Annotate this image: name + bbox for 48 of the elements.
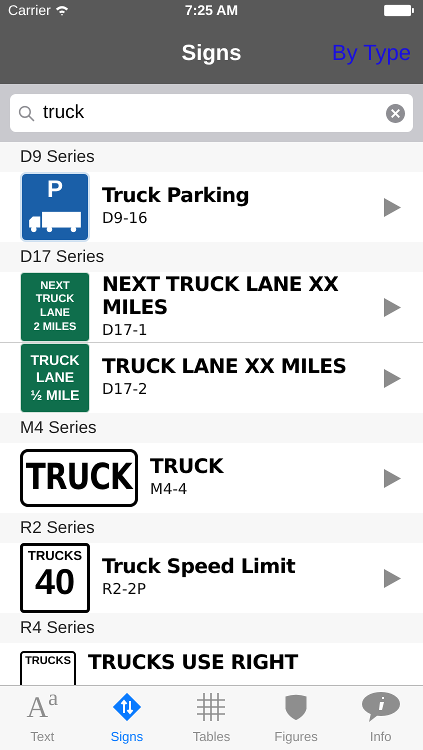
carrier-label: Carrier xyxy=(8,0,51,20)
sign-list-row[interactable]: NEXT TRUCK LANE 2 MILES NEXT TRUCK LANE XX MILES D17-1 xyxy=(0,272,423,342)
sign-title: TRUCK xyxy=(150,455,225,478)
sign-title: TRUCKS USE RIGHT xyxy=(88,651,300,674)
sign-text: NEXT xyxy=(40,280,70,294)
wifi-icon xyxy=(54,4,69,16)
sign-text: TRUCK xyxy=(30,352,80,370)
sign-code: D9-16 xyxy=(102,208,149,230)
sign-text: ½ MILE xyxy=(30,386,80,404)
section-header: M4 Series xyxy=(0,413,423,443)
search-input[interactable]: truck xyxy=(43,98,378,128)
search-field[interactable]: truck xyxy=(10,94,413,132)
section-header: D9 Series xyxy=(0,142,423,172)
section-header: D17 Series xyxy=(0,242,423,272)
font-icon: A$^{a}$ xyxy=(26,692,58,722)
battery-icon xyxy=(383,4,415,16)
sign-text: P xyxy=(46,178,63,202)
search-icon xyxy=(18,104,35,122)
sign-text: 2 MILES xyxy=(34,320,76,334)
info-bubble-icon xyxy=(360,690,401,722)
sign-text: LANE xyxy=(36,369,74,387)
disclosure-arrow-icon xyxy=(384,368,401,388)
sign-text: LANE xyxy=(40,307,70,321)
grid-icon xyxy=(195,690,228,722)
truck-icon xyxy=(26,210,84,234)
sign-title: Truck Parking xyxy=(102,184,250,208)
sign-code: D17-1 xyxy=(102,320,149,341)
sign-text: TRUCKS xyxy=(25,655,71,669)
sign-title: NEXT TRUCK LANE XX MILES xyxy=(102,272,340,319)
tab-button[interactable]: Signs xyxy=(84,686,170,750)
disclosure-arrow-icon xyxy=(384,568,401,588)
section-header: R2 Series xyxy=(0,513,423,543)
sign-text: 40 xyxy=(34,564,76,600)
sign-code: M4-4 xyxy=(150,479,188,500)
sign-text: TRUCKS xyxy=(28,548,82,564)
sign-code: D17-2 xyxy=(102,379,149,400)
disclosure-arrow-icon xyxy=(384,468,401,488)
section-header: R4 Series xyxy=(0,613,423,643)
sign-text: TRUCK xyxy=(26,460,132,496)
clear-icon[interactable] xyxy=(386,104,405,122)
disclosure-arrow-icon xyxy=(384,198,401,216)
status-time: 7:25 AM xyxy=(184,0,238,20)
disclosure-arrow-icon xyxy=(384,298,401,316)
sign-code: R2-2P xyxy=(102,579,147,600)
sign-title: Truck Speed Limit xyxy=(102,555,296,578)
sign-title: TRUCK LANE XX MILES xyxy=(102,355,348,378)
sign-text: TRUCK xyxy=(36,293,74,307)
nav-title: Signs xyxy=(182,38,242,67)
